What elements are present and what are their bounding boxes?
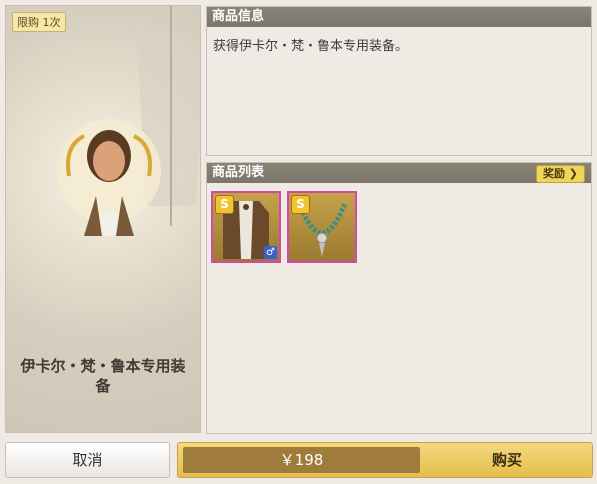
product-description: 获得伊卡尔・梵・鲁本专用装备。 — [213, 39, 409, 54]
product-list-title: 商品列表 — [212, 165, 265, 180]
character-name: 伊卡尔・梵・鲁本专用装备 — [20, 357, 186, 395]
price-display: ￥198 — [183, 447, 420, 473]
character-portrait — [57, 119, 161, 236]
product-info-panel: 商品信息 获得伊卡尔・梵・鲁本专用装备。 — [206, 6, 592, 156]
product-info-title: 商品信息 — [207, 7, 591, 27]
product-list-panel: 商品列表 奖励 ❯ S ♂ S — [206, 162, 592, 434]
male-icon: ♂ — [264, 246, 277, 259]
purchase-limit-badge: 限购 1次 — [12, 12, 66, 32]
character-card: 限购 1次 伊卡尔・梵・鲁本专用装备 — [5, 5, 201, 433]
buy-button[interactable]: 购买 — [422, 443, 592, 477]
item-slot-necklace[interactable]: S — [287, 191, 357, 263]
purchase-bar[interactable]: ￥198 购买 — [177, 442, 593, 478]
reward-button[interactable]: 奖励 ❯ — [535, 165, 585, 183]
rank-badge: S — [215, 195, 234, 214]
product-list-header: 商品列表 奖励 ❯ — [207, 163, 591, 183]
cancel-button[interactable]: 取消 — [5, 442, 170, 478]
item-slot-outfit[interactable]: S ♂ — [211, 191, 281, 263]
rank-badge: S — [291, 195, 310, 214]
